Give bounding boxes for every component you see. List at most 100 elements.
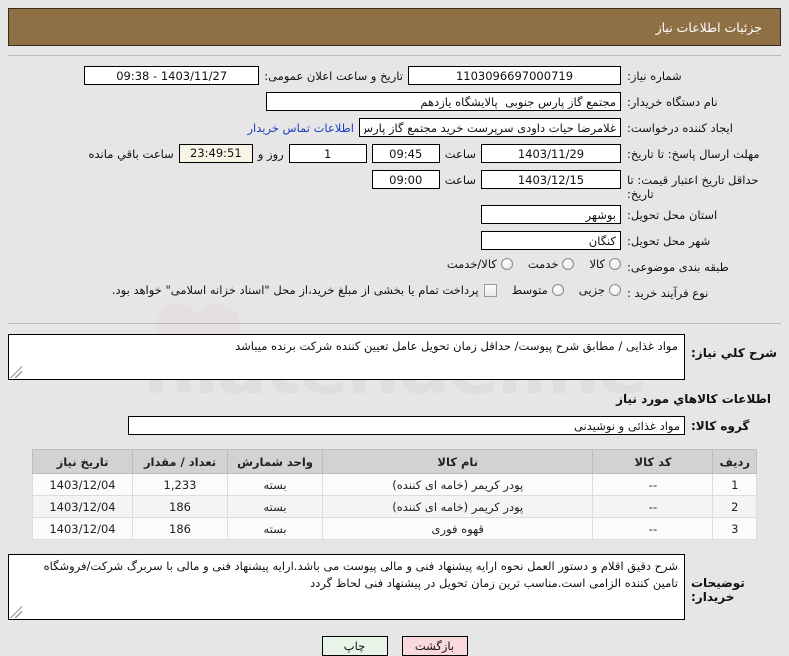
row-creator: ایجاد کننده درخواست: اطلاعات تماس خریدار xyxy=(8,118,781,140)
creator-label: ایجاد کننده درخواست: xyxy=(627,121,733,135)
footer-button-bar: بازگشت چاپ xyxy=(0,636,789,656)
row-category: طبقه بندی موضوعی: کالا خدمت کالا/خدمت xyxy=(8,257,781,279)
row-need-number: شماره نیاز: تاریخ و ساعت اعلان عمومی: xyxy=(8,66,781,88)
price-validity-date-input[interactable] xyxy=(481,170,621,189)
category-label: طبقه بندی موضوعی: xyxy=(627,260,729,274)
need-info-form: شماره نیاز: تاریخ و ساعت اعلان عمومی: نا… xyxy=(8,62,781,315)
cell-row-number: 3 xyxy=(712,517,757,540)
buyer-notes-row: توضیحات خریدار: شرح دقیق اقلام و دستور ا… xyxy=(8,554,781,620)
price-validity-label: حداقل تاریخ اعتبار قیمت: تا تاریخ: xyxy=(627,173,759,201)
cell-unit: بسته xyxy=(227,473,323,496)
remaining-suffix-label: ساعت باقي مانده xyxy=(88,146,174,161)
price-validity-time-label: ساعت xyxy=(444,172,476,187)
need-number-label: شماره نیاز: xyxy=(627,69,682,83)
cell-item-name: قهوه فوری xyxy=(321,517,594,540)
process-option-label: متوسط xyxy=(511,283,548,297)
cell-row-number: 1 xyxy=(712,473,757,496)
cell-row-number: 2 xyxy=(712,495,757,518)
treasury-checkbox[interactable] xyxy=(483,283,497,297)
th-item-code: کد کالا xyxy=(592,449,714,474)
province-input[interactable] xyxy=(481,205,621,224)
buyer-notes-label: توضیحات خریدار: xyxy=(691,576,745,604)
need-number-input[interactable] xyxy=(408,66,621,85)
cell-unit: بسته xyxy=(227,495,323,518)
goods-group-label: گروه کالا: xyxy=(691,418,750,433)
print-button[interactable]: چاپ xyxy=(321,636,388,656)
public-announce-input[interactable] xyxy=(84,66,260,85)
cell-quantity: 186 xyxy=(132,495,228,518)
process-option-label: جزیی xyxy=(578,283,605,297)
price-validity-time-input[interactable] xyxy=(371,170,440,189)
th-item-name: نام کالا xyxy=(321,449,594,474)
goods-group-input[interactable] xyxy=(128,416,685,435)
page-root: جزئیات اطلاعات نیاز شماره نیاز: تاریخ و … xyxy=(0,8,789,656)
description-textarea[interactable]: مواد غذایی / مطابق شرح پیوست/ حداقل زمان… xyxy=(8,334,685,380)
page-header: جزئیات اطلاعات نیاز xyxy=(8,8,781,46)
row-city: شهر محل تحویل: xyxy=(8,231,781,253)
buyer-contact-link[interactable]: اطلاعات تماس خریدار xyxy=(247,121,354,135)
back-button[interactable]: بازگشت xyxy=(401,636,468,656)
buyer-org-input[interactable] xyxy=(266,92,621,111)
page-title: جزئیات اطلاعات نیاز xyxy=(655,19,762,35)
category-radio-goods-service[interactable]: کالا/خدمت xyxy=(437,257,513,271)
cell-unit: بسته xyxy=(227,517,323,540)
reply-deadline-time-label: ساعت xyxy=(444,146,476,161)
category-option-label: خدمت xyxy=(527,257,559,271)
table-row: 1 -- پودر کریمر (خامه ای کننده) بسته 1,233 14… xyxy=(32,473,757,496)
goods-group-row: گروه کالا: xyxy=(8,416,781,435)
row-price-validity: حداقل تاریخ اعتبار قیمت: تا تاریخ: ساعت xyxy=(8,170,781,201)
treasury-note-label: پرداخت تمام یا بخشی از مبلغ خرید،از محل … xyxy=(111,283,479,297)
category-option-label: کالا/خدمت xyxy=(446,257,497,271)
cell-need-date: 1403/12/04 xyxy=(32,495,133,518)
process-label: نوع فرآیند خرید : xyxy=(627,286,709,300)
reply-deadline-time-input[interactable] xyxy=(371,144,440,163)
cell-quantity: 1,233 xyxy=(132,473,228,496)
th-row-number: ردیف xyxy=(712,449,757,474)
row-buyer-org: نام دستگاه خریدار: xyxy=(8,92,781,114)
category-option-label: کالا xyxy=(589,257,605,271)
cell-item-name: پودر کریمر (خامه ای کننده) xyxy=(321,495,594,518)
table-row: 3 -- قهوه فوری بسته 186 1403/12/04 xyxy=(32,517,757,540)
cell-quantity: 186 xyxy=(132,517,228,540)
remaining-days-input[interactable] xyxy=(288,144,367,163)
city-input[interactable] xyxy=(481,231,621,250)
process-radio-medium[interactable]: متوسط xyxy=(502,283,564,297)
buyer-org-label: نام دستگاه خریدار: xyxy=(627,95,718,109)
cell-item-code: -- xyxy=(592,473,714,496)
cell-item-name: پودر کریمر (خامه ای کننده) xyxy=(321,473,594,496)
items-table-wrapper: ردیف کد کالا نام کالا واحد شمارش تعداد /… xyxy=(32,449,757,540)
row-reply-deadline: مهلت ارسال پاسخ: تا تاریخ: ساعت روز و 23… xyxy=(8,144,781,166)
th-need-date: تاریخ نیاز xyxy=(32,449,133,474)
province-label: استان محل تحویل: xyxy=(627,208,718,222)
items-table-head: ردیف کد کالا نام کالا واحد شمارش تعداد /… xyxy=(32,449,757,474)
process-radio-minor[interactable]: جزیی xyxy=(569,283,621,297)
remaining-days-label: روز و xyxy=(257,146,284,161)
th-unit: واحد شمارش xyxy=(227,449,323,474)
radio-circle-icon xyxy=(562,258,575,270)
goods-section-title: اطلاعات كالاهاي مورد نياز xyxy=(616,392,771,406)
cell-item-code: -- xyxy=(592,517,714,540)
category-radio-goods[interactable]: کالا xyxy=(579,257,621,271)
items-table-body: 1 -- پودر کریمر (خامه ای کننده) بسته 1,233 14… xyxy=(32,473,757,540)
items-table: ردیف کد کالا نام کالا واحد شمارش تعداد /… xyxy=(32,449,757,540)
category-radio-service[interactable]: خدمت xyxy=(518,257,575,271)
creator-input[interactable] xyxy=(359,118,621,137)
description-label: شرح كلي نياز: xyxy=(691,346,777,360)
radio-circle-icon xyxy=(500,258,513,270)
description-row: شرح كلي نياز: مواد غذایی / مطابق شرح پیو… xyxy=(8,334,781,380)
cell-need-date: 1403/12/04 xyxy=(32,517,133,540)
table-row: 2 -- پودر کریمر (خامه ای کننده) بسته 186 1403… xyxy=(32,495,757,518)
city-label: شهر محل تحویل: xyxy=(627,234,711,248)
form-section-divider xyxy=(8,323,781,324)
row-province: استان محل تحویل: xyxy=(8,205,781,227)
reply-deadline-date-input[interactable] xyxy=(481,144,621,163)
remaining-countdown: 23:49:51 xyxy=(178,144,253,163)
buyer-notes-textarea[interactable]: شرح دقیق اقلام و دستور العمل نحوه ارایه … xyxy=(8,554,685,620)
reply-deadline-label: مهلت ارسال پاسخ: تا تاریخ: xyxy=(627,147,760,161)
th-quantity: تعداد / مقدار xyxy=(132,449,228,474)
header-divider xyxy=(8,55,781,56)
table-header-row: ردیف کد کالا نام کالا واحد شمارش تعداد /… xyxy=(32,449,757,474)
cell-need-date: 1403/12/04 xyxy=(32,473,133,496)
row-process: نوع فرآیند خرید : جزیی متوسط پرداخت تمام… xyxy=(8,283,781,305)
public-announce-label: تاریخ و ساعت اعلان عمومی: xyxy=(264,68,403,83)
